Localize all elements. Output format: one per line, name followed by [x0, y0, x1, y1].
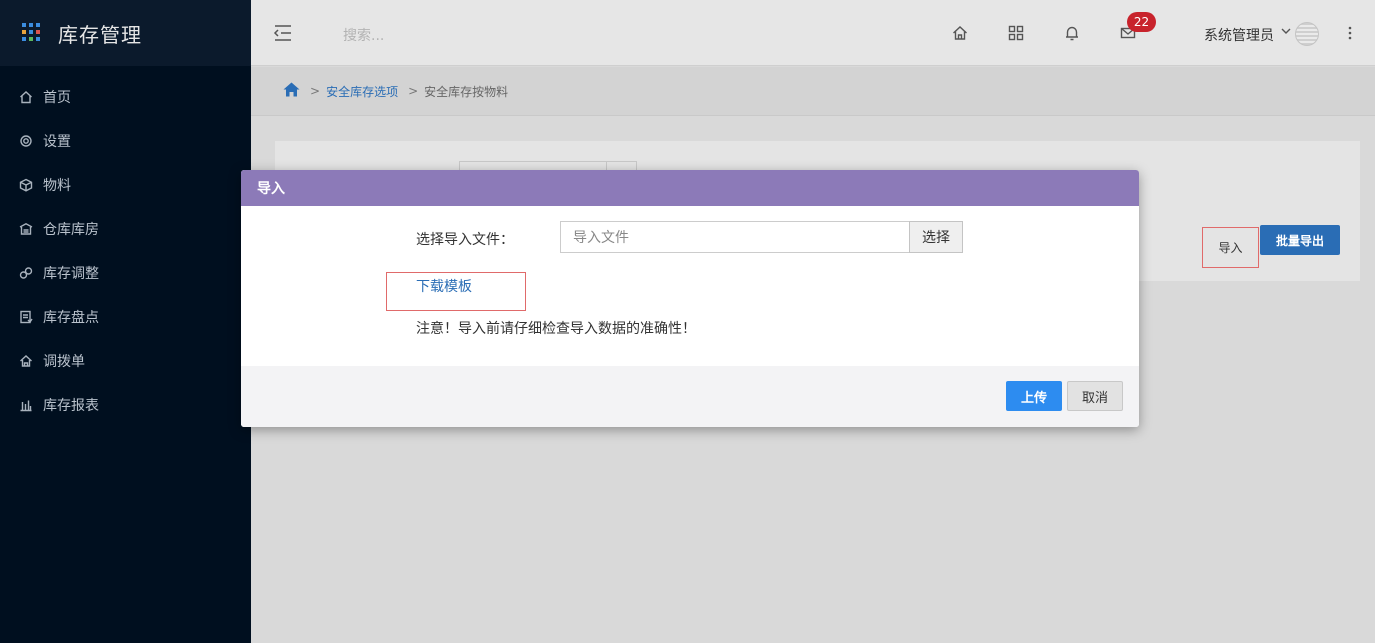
sidebar-item-stock-adjust[interactable]: 库存调整 [0, 251, 251, 295]
grid-dot [36, 37, 40, 41]
gear-icon [19, 134, 33, 148]
import-button[interactable]: 导入 [1202, 227, 1259, 268]
brand-title: 库存管理 [58, 22, 142, 47]
home-icon[interactable] [283, 82, 300, 100]
dialog-body: 选择导入文件： 导入文件 选择 下载模板 注意！导入前请仔细检查导入数据的准确性… [241, 206, 1139, 366]
sidebar-item-label: 库存调整 [43, 266, 99, 282]
file-label: 选择导入文件： [416, 232, 514, 248]
sidebar-item-label: 首页 [43, 90, 71, 106]
sidebar-item-label: 设置 [43, 134, 71, 150]
breadcrumb-current: 安全库存按物料 [424, 84, 509, 99]
sidebar-item-label: 物料 [43, 178, 71, 194]
chevron-down-icon[interactable] [1280, 25, 1292, 37]
grid-dot [22, 30, 26, 34]
grid-dot [36, 23, 40, 27]
more-vertical-icon[interactable] [1347, 25, 1353, 41]
bell-icon[interactable] [1063, 24, 1081, 42]
warehouse-icon [19, 222, 33, 236]
home-icon[interactable] [951, 24, 969, 42]
sidebar-item-reports[interactable]: 库存报表 [0, 383, 251, 427]
sidebar-item-transfer[interactable]: 调拨单 [0, 339, 251, 383]
transfer-icon [19, 354, 33, 368]
inventory-check-icon [19, 310, 33, 324]
upload-button[interactable]: 上传 [1006, 381, 1062, 411]
sidebar-item-stock-check[interactable]: 库存盘点 [0, 295, 251, 339]
choose-file-button[interactable]: 选择 [909, 221, 963, 253]
grid-dot [29, 30, 33, 34]
grid-dot [36, 30, 40, 34]
import-dialog: 导入 选择导入文件： 导入文件 选择 下载模板 注意！导入前请仔细检查导入数据的… [241, 170, 1139, 427]
app-grid-icon [22, 23, 42, 43]
sidebar-menu: 首页 设置 物料 仓库库房 库存调整 库存盘点 调拨单 库存报表 [0, 75, 251, 427]
top-header: 搜索... 22 系统管理员 [251, 0, 1375, 66]
menu-toggle-icon[interactable] [273, 24, 293, 42]
sidebar-item-label: 仓库库房 [43, 222, 99, 238]
avatar[interactable] [1295, 22, 1319, 46]
batch-export-button[interactable]: 批量导出 [1260, 225, 1340, 255]
breadcrumb-separator: > [408, 84, 419, 98]
grid-dot [29, 23, 33, 27]
bar-chart-icon [19, 398, 33, 412]
brand: 库存管理 [0, 0, 251, 66]
breadcrumb: > 安全库存选项 > 安全库存按物料 [251, 67, 1375, 116]
mail-count-badge: 22 [1127, 12, 1156, 32]
grid-dot [29, 37, 33, 41]
dialog-footer: 上传 取消 [241, 366, 1139, 427]
file-path-input[interactable]: 导入文件 [560, 221, 910, 253]
adjust-icon [19, 266, 33, 280]
download-template-link[interactable]: 下载模板 [416, 276, 472, 296]
grid-dot [22, 23, 26, 27]
sidebar: 库存管理 首页 设置 物料 仓库库房 库存调整 库存盘点 调拨单 库存报表 [0, 0, 251, 643]
cube-icon [19, 178, 33, 192]
apps-icon[interactable] [1007, 24, 1025, 42]
breadcrumb-link[interactable]: 安全库存选项 [326, 83, 398, 100]
sidebar-item-materials[interactable]: 物料 [0, 163, 251, 207]
sidebar-item-home[interactable]: 首页 [0, 75, 251, 119]
sidebar-item-label: 调拨单 [43, 354, 85, 370]
user-name[interactable]: 系统管理员 [1204, 25, 1274, 45]
breadcrumb-separator: > [310, 84, 321, 98]
sidebar-item-label: 库存报表 [43, 398, 99, 414]
cancel-button[interactable]: 取消 [1067, 381, 1123, 411]
sidebar-item-settings[interactable]: 设置 [0, 119, 251, 163]
sidebar-item-label: 库存盘点 [43, 310, 99, 326]
dialog-title: 导入 [241, 170, 1139, 206]
search-input[interactable]: 搜索... [343, 25, 384, 45]
home-icon [19, 90, 33, 104]
grid-dot [22, 37, 26, 41]
import-note: 注意！导入前请仔细检查导入数据的准确性！ [416, 321, 696, 337]
sidebar-item-warehouse[interactable]: 仓库库房 [0, 207, 251, 251]
